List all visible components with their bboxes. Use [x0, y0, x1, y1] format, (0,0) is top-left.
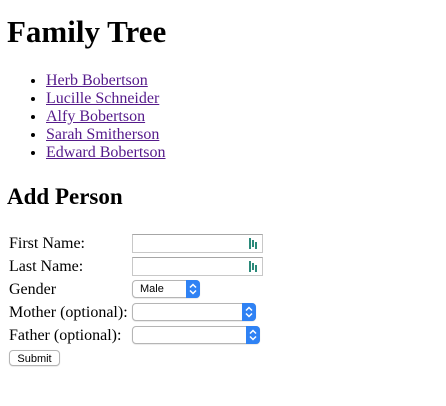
chevron-up-down-icon	[245, 306, 253, 318]
first-name-row: First Name:	[9, 234, 263, 254]
list-item: Edward Bobertson	[46, 144, 166, 162]
list-item: Herb Bobertson	[46, 72, 166, 90]
gender-select[interactable]: Male	[132, 280, 200, 298]
autofill-key-icon[interactable]	[248, 260, 259, 273]
select-arrows	[242, 303, 256, 321]
last-name-row: Last Name:	[9, 257, 263, 277]
person-link[interactable]: Lucille Schneider	[46, 90, 159, 107]
gender-label: Gender	[9, 281, 57, 298]
father-label: Father (optional):	[9, 327, 122, 344]
autofill-key-icon[interactable]	[248, 237, 259, 250]
person-link[interactable]: Sarah Smitherson	[46, 126, 159, 143]
chevron-up-down-icon	[249, 329, 257, 341]
mother-select[interactable]	[132, 303, 256, 321]
list-item: Alfy Bobertson	[46, 108, 166, 126]
mother-label: Mother (optional):	[9, 304, 128, 321]
first-name-label: First Name:	[9, 235, 85, 252]
select-arrows	[186, 280, 200, 298]
person-link[interactable]: Edward Bobertson	[46, 144, 166, 161]
last-name-field[interactable]	[132, 257, 263, 276]
people-list: Herb Bobertson Lucille Schneider Alfy Bo…	[0, 72, 166, 162]
submit-button[interactable]: Submit	[9, 350, 60, 366]
mother-row: Mother (optional):	[9, 303, 256, 323]
list-item: Sarah Smitherson	[46, 126, 166, 144]
person-link[interactable]: Herb Bobertson	[46, 72, 148, 89]
add-person-heading: Add Person	[7, 184, 123, 209]
page-title: Family Tree	[7, 14, 167, 49]
chevron-up-down-icon	[189, 283, 197, 295]
person-link[interactable]: Alfy Bobertson	[46, 108, 145, 125]
gender-selected-value: Male	[140, 283, 164, 295]
first-name-field[interactable]	[132, 234, 263, 253]
father-row: Father (optional):	[9, 326, 260, 346]
select-arrows	[246, 326, 260, 344]
list-item: Lucille Schneider	[46, 90, 166, 108]
gender-row: Gender Male	[9, 280, 200, 300]
father-select[interactable]	[132, 326, 260, 344]
last-name-label: Last Name:	[9, 258, 84, 275]
